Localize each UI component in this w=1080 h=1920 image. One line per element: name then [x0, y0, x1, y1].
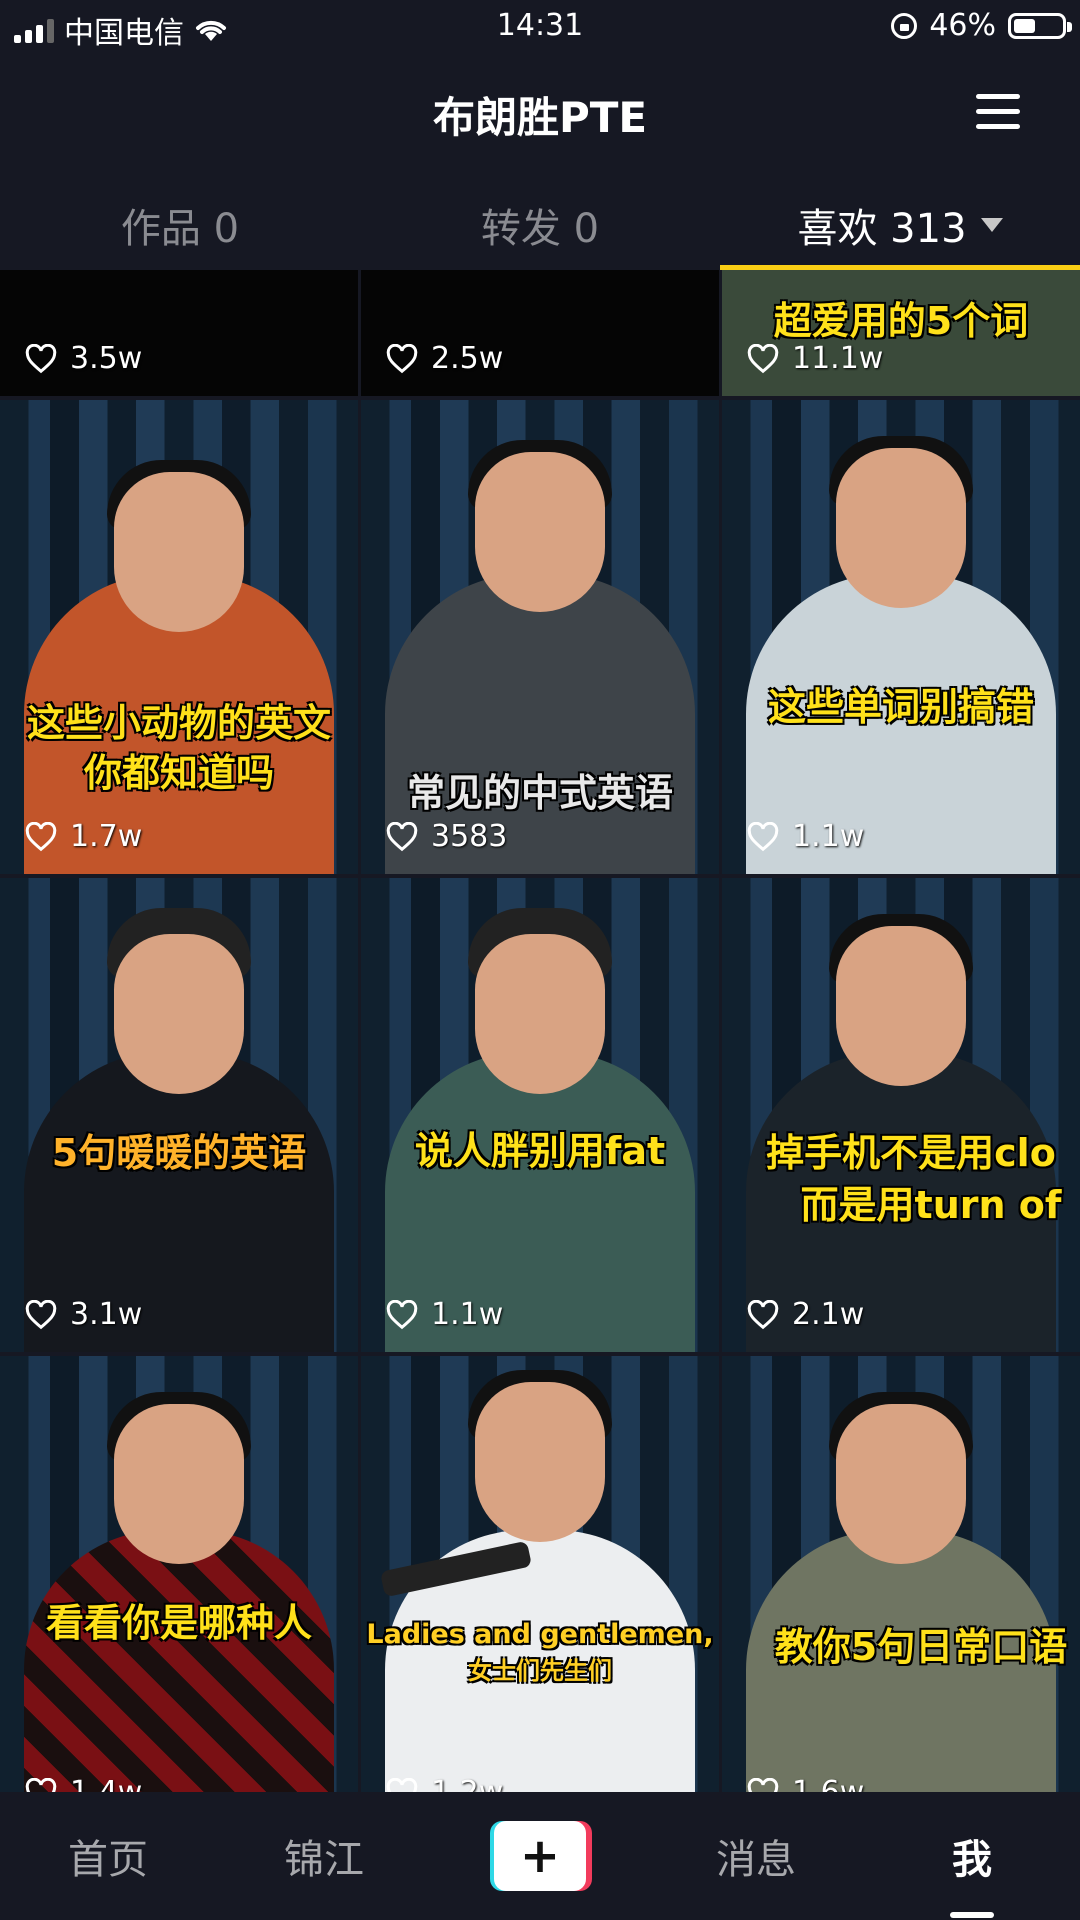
like-count: 11.1w [746, 341, 883, 376]
video-tile[interactable]: 3.5w [0, 270, 358, 396]
heart-icon [25, 343, 57, 373]
heart-icon [747, 1777, 779, 1792]
tab-reposts-label: 转发 0 [480, 206, 600, 252]
hamburger-menu-icon[interactable] [976, 94, 1020, 130]
like-count-label: 1.7w [70, 819, 143, 854]
like-count: 3.1w [24, 1297, 142, 1332]
video-tile[interactable]: 这些单词别搞错 1.1w [722, 400, 1080, 874]
presenter-face [475, 1382, 605, 1542]
battery-percent: 46% [929, 8, 996, 43]
presenter-face [114, 934, 244, 1094]
like-count: 1.2w [385, 1775, 503, 1792]
heart-icon [747, 1299, 779, 1329]
presenter-image [24, 1530, 334, 1792]
page-title: 布朗胜PTE [432, 93, 648, 142]
create-button-wrapper: + [432, 1821, 648, 1891]
video-caption-line2: 而是用turn of [800, 1183, 1062, 1227]
heart-icon [386, 1777, 418, 1792]
tab-works-label: 作品 0 [120, 206, 240, 252]
profile-tabs: 作品 0 转发 0 喜欢 313 [0, 180, 1080, 270]
video-tile[interactable]: 看看你是哪种人 1.4w [0, 1356, 358, 1792]
nav-home[interactable]: 首页 [0, 1827, 216, 1885]
like-count-label: 2.5w [431, 341, 504, 376]
like-count-label: 3.5w [70, 341, 143, 376]
like-count: 1.1w [746, 819, 864, 854]
presenter-face [836, 448, 966, 608]
presenter-face [475, 934, 605, 1094]
status-right: 46% [891, 8, 1072, 43]
video-caption-line2: 女士们先生们 [468, 1657, 612, 1685]
battery-icon [1008, 12, 1072, 39]
presenter-face [114, 472, 244, 632]
video-caption: Ladies and gentlemen, [366, 1619, 714, 1650]
video-caption: 5句暖暖的英语 [51, 1131, 307, 1175]
battery-fill [1014, 18, 1035, 33]
video-caption: 超爱用的5个词 [773, 299, 1029, 343]
status-bar: 中国电信 14:31 46% [0, 0, 1080, 56]
presenter-face [836, 926, 966, 1086]
like-count-label: 1.6w [792, 1775, 864, 1792]
video-tile[interactable]: 5句暖暖的英语 3.1w [0, 878, 358, 1352]
video-tile[interactable]: 超爱用的5个词 11.1w [722, 270, 1080, 396]
heart-icon [386, 343, 418, 373]
like-count: 1.4w [24, 1775, 142, 1792]
like-count-label: 2.1w [792, 1297, 865, 1332]
nav-me[interactable]: 我 [864, 1827, 1080, 1885]
video-caption: 常见的中式英语 [406, 771, 673, 815]
like-count: 3.5w [24, 341, 142, 376]
video-caption: 教你5句日常口语 [774, 1625, 1068, 1669]
nav-city[interactable]: 锦江 [216, 1827, 432, 1885]
video-caption: 这些单词别搞错 [767, 685, 1034, 729]
like-count: 2.1w [746, 1297, 864, 1332]
video-caption: 这些小动物的英文 [26, 701, 331, 745]
presenter-face [475, 452, 605, 612]
nav-messages[interactable]: 消息 [648, 1827, 864, 1885]
like-count: 3583 [385, 819, 507, 854]
tab-likes-label: 喜欢 313 [797, 206, 967, 252]
video-tile[interactable]: 这些小动物的英文 你都知道吗 1.7w [0, 400, 358, 874]
like-count-label: 3.1w [70, 1297, 143, 1332]
like-count: 1.7w [24, 819, 142, 854]
presenter-face [114, 1404, 244, 1564]
heart-icon [25, 1777, 57, 1792]
like-count: 1.1w [385, 1297, 503, 1332]
heart-icon [386, 821, 418, 851]
active-indicator [950, 1912, 994, 1918]
video-tile[interactable]: 掉手机不是用clo 而是用turn of 2.1w [722, 878, 1080, 1352]
create-video-button[interactable]: + [490, 1821, 592, 1891]
heart-icon [25, 1299, 57, 1329]
like-count-label: 1.2w [431, 1775, 503, 1792]
tab-likes[interactable]: 喜欢 313 [720, 180, 1080, 270]
rotation-lock-icon [891, 12, 918, 39]
like-count-label: 11.1w [792, 341, 884, 376]
video-grid: 3.5w 2.5w 超爱用的5个词 11.1w 这些小动物的英文 你都知道吗 1… [0, 270, 1080, 1792]
bottom-nav: 首页 锦江 + 消息 我 [0, 1792, 1080, 1920]
video-caption-line2: 你都知道吗 [83, 751, 274, 795]
video-caption: 看看你是哪种人 [45, 1601, 312, 1645]
heart-icon [25, 821, 57, 851]
video-tile[interactable]: Ladies and gentlemen, 女士们先生们 1.2w [361, 1356, 719, 1792]
like-count-label: 1.4w [70, 1775, 142, 1792]
like-count-label: 3583 [431, 819, 508, 854]
tab-reposts[interactable]: 转发 0 [360, 180, 720, 270]
like-count-label: 1.1w [431, 1297, 504, 1332]
tab-works[interactable]: 作品 0 [0, 180, 360, 270]
heart-icon [747, 821, 779, 851]
like-count-label: 1.1w [792, 819, 865, 854]
plus-icon: + [494, 1821, 586, 1891]
heart-icon [386, 1299, 418, 1329]
like-count: 1.6w [746, 1775, 864, 1792]
video-tile[interactable]: 2.5w [361, 270, 719, 396]
profile-header: 布朗胜PTE [0, 60, 1080, 160]
caret-down-icon [980, 218, 1003, 232]
heart-icon [747, 343, 779, 373]
presenter-face [836, 1404, 966, 1564]
video-tile[interactable]: 教你5句日常口语 1.6w [722, 1356, 1080, 1792]
video-tile[interactable]: 常见的中式英语 3583 [361, 400, 719, 874]
video-caption: 说人胖别用fat [414, 1129, 666, 1173]
video-tile[interactable]: 说人胖别用fat 1.1w [361, 878, 719, 1352]
like-count: 2.5w [385, 341, 503, 376]
video-caption: 掉手机不是用clo [766, 1131, 1056, 1175]
